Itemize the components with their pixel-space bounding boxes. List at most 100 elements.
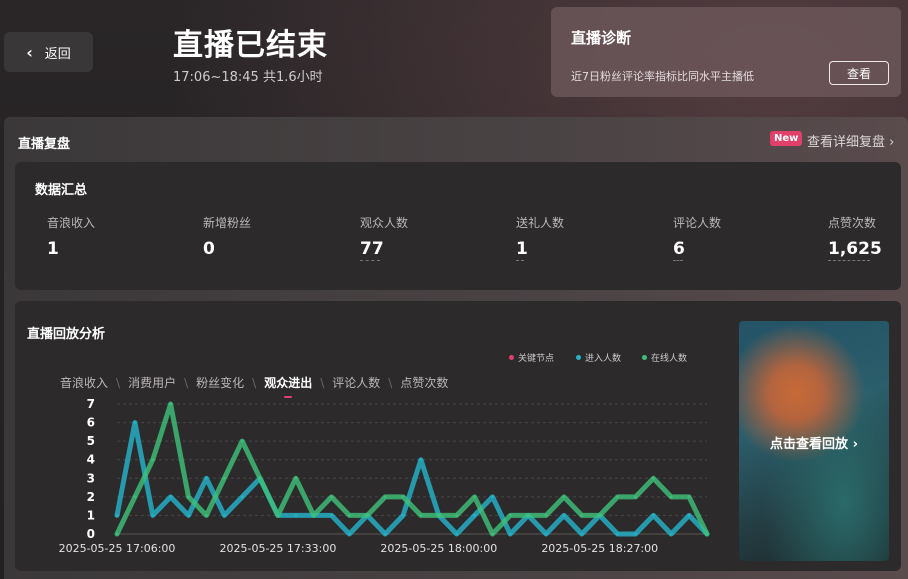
data-point xyxy=(383,532,387,536)
metric-gift-senders[interactable]: 送礼人数 1 xyxy=(516,214,564,261)
data-point xyxy=(598,513,602,517)
metric-underline xyxy=(516,260,524,261)
data-point xyxy=(687,513,691,517)
data-point xyxy=(151,458,155,462)
data-point xyxy=(562,513,566,517)
back-button[interactable]: ‹ 返回 xyxy=(4,32,93,72)
data-point xyxy=(330,495,334,499)
data-point xyxy=(187,495,191,499)
chevron-right-icon: › xyxy=(889,135,895,150)
replay-thumbnail-label: 点击查看回放 › xyxy=(739,433,889,452)
data-point xyxy=(330,513,334,517)
data-point xyxy=(633,495,637,499)
data-point xyxy=(651,513,655,517)
metric-label: 评论人数 xyxy=(673,216,722,230)
data-point xyxy=(580,513,584,517)
metric-likes[interactable]: 点赞次数 1,625 xyxy=(828,214,882,261)
data-point xyxy=(508,513,512,517)
data-point xyxy=(401,495,405,499)
data-point xyxy=(133,421,137,425)
data-point xyxy=(419,458,423,462)
data-point xyxy=(276,513,280,517)
metric-value: 6 xyxy=(673,239,685,259)
live-time-range: 17:06~18:45 共1.6小时 xyxy=(173,70,323,85)
data-point xyxy=(115,532,119,536)
diagnosis-title: 直播诊断 xyxy=(571,29,632,47)
live-diagnosis-card: 直播诊断 近7日粉丝评论率指标比同水平主播低 查看 xyxy=(551,7,901,97)
data-point xyxy=(133,495,137,499)
metric-value: 1 xyxy=(47,239,59,259)
data-point xyxy=(294,476,298,480)
data-point xyxy=(169,495,173,499)
data-point xyxy=(258,476,262,480)
data-point xyxy=(544,513,548,517)
data-point xyxy=(526,513,530,517)
detail-review-label: 查看详细复盘 xyxy=(807,135,886,150)
replay-thumbnail[interactable]: 点击查看回放 › xyxy=(739,321,889,561)
data-point xyxy=(562,495,566,499)
diagnosis-view-button[interactable]: 查看 xyxy=(829,61,889,85)
replay-thumbnail-text: 点击查看回放 xyxy=(770,437,849,452)
data-point xyxy=(312,513,316,517)
y-tick-label: 2 xyxy=(87,490,95,504)
data-point xyxy=(204,476,208,480)
data-point xyxy=(401,513,405,517)
data-point xyxy=(633,532,637,536)
metric-value: 0 xyxy=(203,239,215,259)
data-point xyxy=(490,532,494,536)
data-point xyxy=(544,532,548,536)
data-point xyxy=(669,532,673,536)
x-tick-label: 2025-05-25 18:27:00 xyxy=(541,542,658,555)
data-point xyxy=(151,513,155,517)
x-tick-label: 2025-05-25 18:00:00 xyxy=(380,542,497,555)
metric-value: 77 xyxy=(360,239,384,259)
metric-label: 新增粉丝 xyxy=(203,216,252,230)
data-point xyxy=(294,513,298,517)
y-tick-label: 6 xyxy=(87,416,95,430)
metric-value: 1,625 xyxy=(828,239,882,259)
data-point xyxy=(204,513,208,517)
x-tick-label: 2025-05-25 17:06:00 xyxy=(59,542,176,555)
data-point xyxy=(616,532,620,536)
new-badge: New xyxy=(770,131,803,146)
data-point xyxy=(508,532,512,536)
metric-label: 观众人数 xyxy=(360,216,409,230)
metric-value: 1 xyxy=(516,239,528,259)
metric-underline xyxy=(828,260,870,261)
metric-label: 送礼人数 xyxy=(516,216,565,230)
metric-commenters[interactable]: 评论人数 6 xyxy=(673,214,721,261)
metric-label: 点赞次数 xyxy=(828,216,877,230)
metric-sound-wave-income: 音浪收入 1 xyxy=(47,214,95,259)
data-summary-card: 数据汇总 音浪收入 1 新增粉丝 0 观众人数 77 送礼人数 1 评论人数 6… xyxy=(15,162,901,290)
y-tick-label: 7 xyxy=(87,397,95,411)
metric-viewers[interactable]: 观众人数 77 xyxy=(360,214,408,261)
data-point xyxy=(240,495,244,499)
chevron-left-icon: ‹ xyxy=(26,42,33,62)
y-tick-label: 0 xyxy=(87,527,95,541)
data-point xyxy=(616,495,620,499)
metric-new-fans: 新增粉丝 0 xyxy=(203,214,251,259)
data-point xyxy=(651,476,655,480)
data-point xyxy=(419,513,423,517)
y-tick-label: 3 xyxy=(87,471,95,485)
data-point xyxy=(669,495,673,499)
review-title: 直播复盘 xyxy=(18,137,71,152)
y-tick-label: 5 xyxy=(87,434,95,448)
y-tick-label: 4 xyxy=(87,453,95,467)
data-point xyxy=(240,439,244,443)
detail-review-link[interactable]: 查看详细复盘 › xyxy=(807,131,894,150)
metric-underline xyxy=(360,260,380,261)
data-point xyxy=(705,532,709,536)
replay-analysis-card: 直播回放分析 关键节点 进入人数 在线人数 音浪收入 \ 消费用户 \ 粉丝变化… xyxy=(15,301,901,571)
data-point xyxy=(169,402,173,406)
y-tick-label: 1 xyxy=(87,508,95,522)
diagnosis-summary: 近7日粉丝评论率指标比同水平主播低 xyxy=(571,70,754,83)
x-tick-label: 2025-05-25 17:33:00 xyxy=(219,542,336,555)
data-point xyxy=(455,513,459,517)
data-point xyxy=(347,513,351,517)
data-point xyxy=(490,495,494,499)
data-point xyxy=(383,495,387,499)
data-point xyxy=(187,513,191,517)
data-point xyxy=(455,532,459,536)
page-title: 直播已结束 xyxy=(173,28,328,63)
